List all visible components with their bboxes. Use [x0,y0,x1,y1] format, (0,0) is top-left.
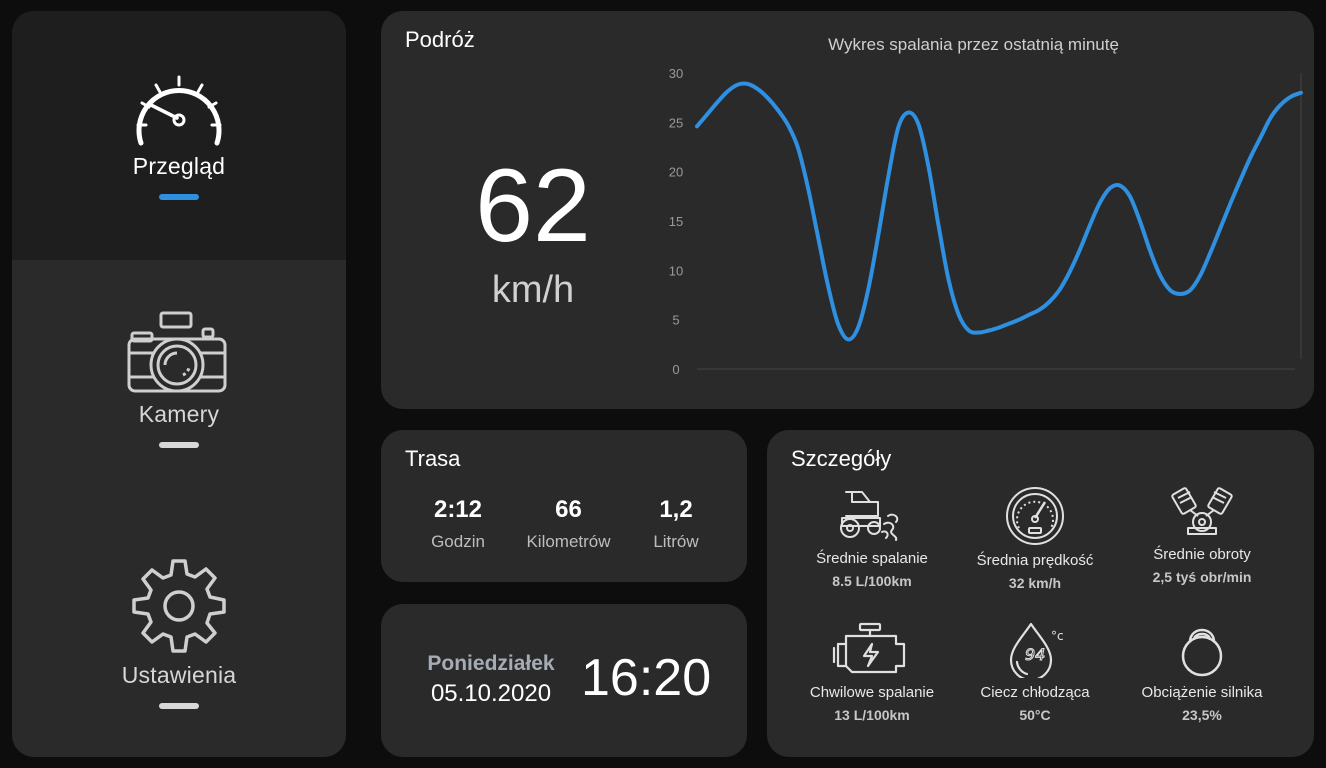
chart-title: Wykres spalania przez ostatnią minutę [828,35,1119,54]
detail-value: 13 L/100km [834,707,910,723]
route-title: Trasa [405,446,461,471]
detail-avg-consumption: Średnie spalanie 8.5 L/100km [787,486,957,589]
detail-label: Średnia prędkość [976,552,1094,569]
datetime-card: Poniedziałek 05.10.2020 16:20 [381,604,747,757]
y-tick-label: 30 [669,66,683,81]
detail-label: Obciążenie silnika [1141,684,1263,701]
inactive-indicator [159,442,199,448]
sidebar-item-kamery[interactable]: Kamery [12,311,346,481]
car-exhaust-icon [840,491,899,541]
detail-label: Chwilowe spalanie [809,684,935,701]
sidebar-item-label: Ustawienia [121,662,237,688]
detail-engine-load: Obciążenie silnika 23,5% [1117,622,1287,723]
coolant-temperature-icon: 94 °c [1009,622,1064,678]
detail-coolant: 94 °c Ciecz chłodząca 50°C [950,622,1120,723]
trip-card: Podróż 62 km/h Wykres spalania przez ost… [381,11,1314,409]
detail-value: 23,5% [1182,707,1222,723]
stat-label: Godzin [431,532,485,551]
svg-text:94: 94 [1025,645,1045,664]
route-stat-kilometers: 66 Kilometrów [511,496,626,552]
y-tick-label: 15 [669,214,683,229]
route-stat-liters: 1,2 Litrów [636,496,716,552]
gear-icon [132,559,226,653]
stat-value: 2:12 [433,496,483,523]
trip-title: Podróż [405,27,475,52]
speed-unit: km/h [491,269,575,311]
detail-avg-rpm: Średnie obroty 2,5 tyś obr/min [1117,484,1287,585]
detail-value: 2,5 tyś obr/min [1152,569,1252,585]
active-indicator [159,194,199,200]
speedometer-icon [1006,487,1064,545]
detail-value: 32 km/h [1008,575,1062,591]
detail-value: 50°C [1019,707,1051,723]
inactive-indicator [159,703,199,709]
sidebar-item-label: Przegląd [132,153,226,179]
detail-instant-consumption: Chwilowe spalanie 13 L/100km [787,622,957,723]
sidebar-item-label: Kamery [138,401,220,427]
speedometer-icon [136,75,222,146]
day-name: Poniedziałek [427,652,555,675]
stat-value: 66 [555,496,582,523]
fuel-consumption-chart: 0 5 10 15 20 25 30 [669,66,1303,377]
camera-icon [127,311,227,393]
speed-value: 62 [475,148,591,264]
sidebar: Przegląd Kamery Ustawienia [12,11,346,757]
y-tick-label: 10 [669,263,683,278]
engine-icon [832,622,906,674]
y-tick-label: 25 [669,115,683,130]
engine-pistons-icon [1171,487,1233,535]
detail-label: Ciecz chłodząca [980,684,1090,701]
route-card: Trasa 2:12 Godzin 66 Kilometrów 1,2 Litr… [381,430,747,582]
stat-value: 1,2 [659,496,693,523]
detail-avg-speed: Średnia prędkość 32 km/h [950,486,1120,591]
svg-text:°c: °c [1051,629,1064,643]
details-title: Szczegóły [791,446,892,471]
sidebar-item-przeglad[interactable]: Przegląd [12,11,346,260]
consumption-series-line [695,81,1303,342]
sidebar-item-ustawienia[interactable]: Ustawienia [12,556,346,726]
details-card: Szczegóły Średnie spalanie 8.5 L/100km Ś… [767,430,1314,757]
y-tick-label: 0 [672,362,679,377]
stat-label: Kilometrów [526,532,611,551]
detail-label: Średnie obroty [1153,546,1251,563]
detail-label: Średnie spalanie [816,550,928,567]
y-tick-label: 20 [669,165,683,180]
date-value: 05.10.2020 [430,680,552,707]
y-tick-label: 5 [672,313,679,328]
time-value: 16:20 [581,649,712,707]
stat-label: Litrów [653,532,699,551]
detail-value: 8.5 L/100km [832,573,912,589]
kettlebell-icon [1181,628,1223,677]
route-stat-hours: 2:12 Godzin [418,496,498,552]
